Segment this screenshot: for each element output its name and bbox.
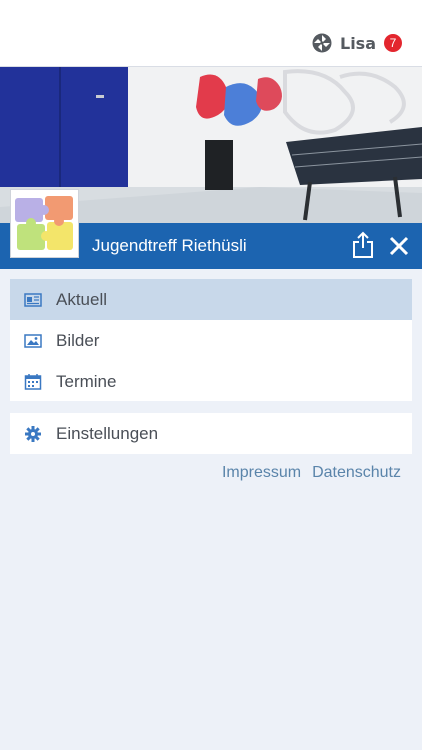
user-name: Lisa <box>340 33 376 53</box>
menu-label-termine: Termine <box>56 371 117 391</box>
user-menu[interactable]: Lisa 7 <box>312 33 402 53</box>
share-icon[interactable] <box>351 231 375 259</box>
menu-item-termine[interactable]: Termine <box>10 361 412 402</box>
close-icon[interactable] <box>388 235 410 257</box>
impressum-link[interactable]: Impressum <box>222 464 301 482</box>
image-icon <box>24 333 42 348</box>
settings-menu: Einstellungen <box>10 413 412 454</box>
newspaper-icon <box>24 292 42 307</box>
menu-label-aktuell: Aktuell <box>56 289 108 309</box>
footer-links: Impressum Datenschutz <box>222 464 401 482</box>
menu-item-einstellungen[interactable]: Einstellungen <box>10 413 412 454</box>
puzzle-logo-icon <box>15 196 73 250</box>
club-logo <box>10 189 79 258</box>
club-name: Jugendtreff Riethüsli <box>92 236 247 255</box>
menu-item-bilder[interactable]: Bilder <box>10 320 412 361</box>
gear-icon <box>25 425 41 442</box>
notification-badge: 7 <box>384 34 402 52</box>
datenschutz-link[interactable]: Datenschutz <box>312 464 401 482</box>
menu-label-bilder: Bilder <box>56 330 100 350</box>
top-bar: Lisa 7 <box>0 0 422 67</box>
calendar-icon <box>24 373 42 390</box>
network-pinwheel-icon <box>312 33 332 53</box>
main-menu: Aktuell Bilder Termine <box>10 279 412 401</box>
menu-label-einstellungen: Einstellungen <box>56 423 159 443</box>
menu-item-aktuell[interactable]: Aktuell <box>10 279 412 320</box>
